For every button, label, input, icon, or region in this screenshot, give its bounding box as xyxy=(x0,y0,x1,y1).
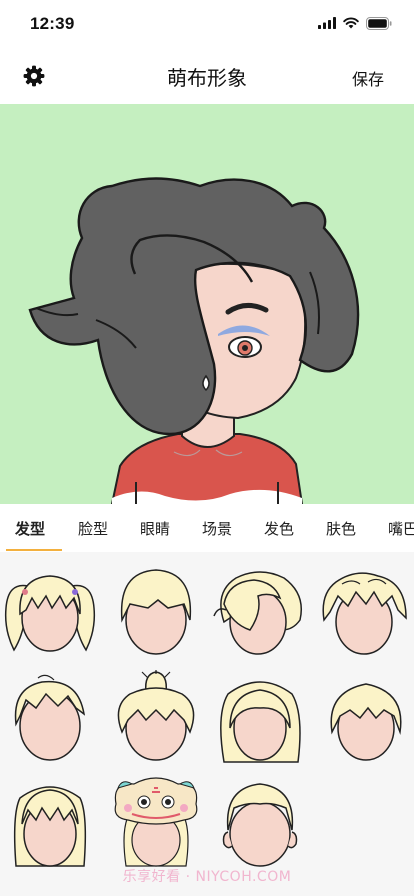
battery-icon xyxy=(366,16,392,30)
nav-bar: 萌布形象 保存 xyxy=(0,48,414,104)
cellular-signal-icon xyxy=(318,17,336,29)
save-button[interactable]: 保存 xyxy=(352,66,384,90)
hairstyle-top-bun[interactable] xyxy=(108,668,204,766)
hairstyle-short-bob[interactable] xyxy=(318,670,414,766)
hairstyle-tousled[interactable] xyxy=(2,670,98,766)
hairstyle-pigtails[interactable] xyxy=(2,564,98,660)
status-bar: 12:39 xyxy=(0,0,414,48)
hairstyle-grid xyxy=(0,552,414,896)
hairstyle-long-center[interactable] xyxy=(212,670,308,766)
watermark: 乐享好看 · NIYCOH.COM xyxy=(122,869,292,885)
tab-face-shape[interactable]: 脸型 xyxy=(78,518,108,539)
tab-mouth[interactable]: 嘴巴 xyxy=(388,518,414,539)
hairstyle-straight-bangs[interactable] xyxy=(2,774,98,870)
hairstyle-short-flat[interactable] xyxy=(212,774,308,870)
status-time: 12:39 xyxy=(30,14,75,33)
hairstyle-lion-hat[interactable] xyxy=(108,774,204,870)
avatar-hair xyxy=(28,177,360,436)
tab-hair-color[interactable]: 发色 xyxy=(264,518,294,539)
tab-skin-color[interactable]: 肤色 xyxy=(326,518,356,539)
avatar-preview xyxy=(0,104,414,504)
avatar-illustration xyxy=(28,177,360,504)
status-icons xyxy=(318,16,392,30)
active-tab-indicator xyxy=(6,549,62,551)
tab-eyes[interactable]: 眼睛 xyxy=(140,518,170,539)
wifi-icon xyxy=(343,17,359,29)
hairstyle-wavy-side[interactable] xyxy=(210,564,306,660)
category-tabs: 发型 脸型 眼睛 场景 发色 肤色 嘴巴 xyxy=(0,504,414,552)
hairstyle-bowl[interactable] xyxy=(108,564,204,660)
hairstyle-messy-wavy[interactable] xyxy=(316,564,412,660)
avatar-earring xyxy=(202,374,210,392)
tab-hairstyle[interactable]: 发型 xyxy=(15,518,45,539)
tab-scene[interactable]: 场景 xyxy=(202,518,232,539)
